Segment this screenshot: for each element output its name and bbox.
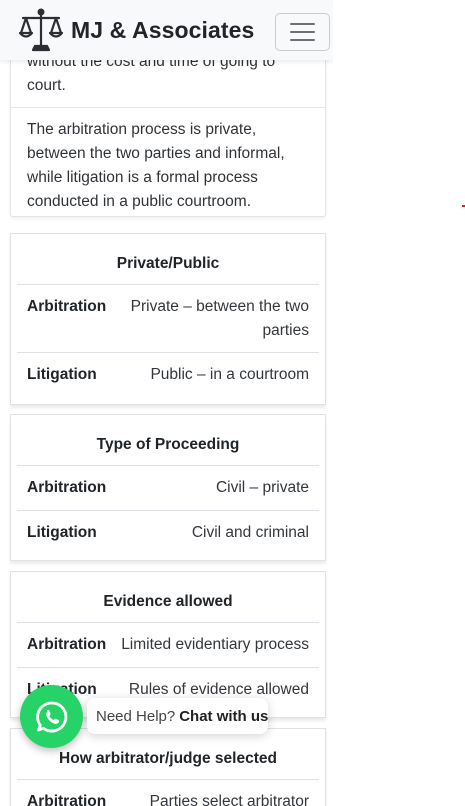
paragraph: The arbitration process is private, betw… — [27, 121, 285, 210]
row-value: Limited evidentiary process — [121, 636, 309, 653]
navbar: MJ & Associates — [0, 0, 333, 60]
row-label: Litigation — [27, 366, 97, 383]
table-row: Arbitration Civil – private — [17, 466, 319, 511]
comparison-heading: Type of Proceeding — [17, 415, 319, 466]
comparison-table: Private/Public Arbitration Private – bet… — [10, 233, 326, 405]
help-prefix: Need Help? — [96, 707, 176, 725]
row-value: Public – in a courtroom — [150, 366, 309, 383]
whatsapp-icon — [35, 701, 67, 732]
row-label: Arbitration — [27, 793, 107, 806]
table-row: Litigation Civil and criminal — [17, 511, 319, 559]
chat-cta: Chat with us — [179, 707, 269, 725]
comparison-heading: Evidence allowed — [17, 572, 319, 623]
row-label: Litigation — [27, 524, 97, 541]
scales-of-justice-icon — [18, 8, 64, 52]
whatsapp-chat-bubble[interactable]: Need Help? Chat with us — [87, 698, 268, 734]
row-value: Private – between the two parties — [130, 298, 309, 339]
row-label: Arbitration — [27, 636, 107, 653]
table-row: Arbitration Private – between the two pa… — [17, 285, 319, 353]
row-label: Arbitration — [27, 479, 107, 496]
table-row: Arbitration Limited evidentiary process — [17, 623, 319, 668]
brand-link[interactable]: MJ & Associates — [17, 6, 254, 54]
row-value: Civil and criminal — [191, 524, 309, 541]
comparison-table: Type of Proceeding Arbitration Civil – p… — [10, 414, 326, 561]
table-row: Litigation Public – in a courtroom — [17, 353, 319, 401]
comparison-heading: Private/Public — [17, 234, 319, 285]
brand-name: MJ & Associates — [71, 16, 255, 43]
row-value: Civil – private — [215, 479, 309, 496]
row-label: Arbitration — [27, 298, 107, 315]
hamburger-menu-button[interactable] — [275, 13, 330, 51]
table-row: Arbitration Parties select arbitrator — [17, 780, 319, 806]
hamburger-menu-icon — [290, 23, 315, 25]
row-value: Parties select arbitrator — [149, 793, 309, 806]
whatsapp-chat-button[interactable] — [20, 685, 83, 748]
